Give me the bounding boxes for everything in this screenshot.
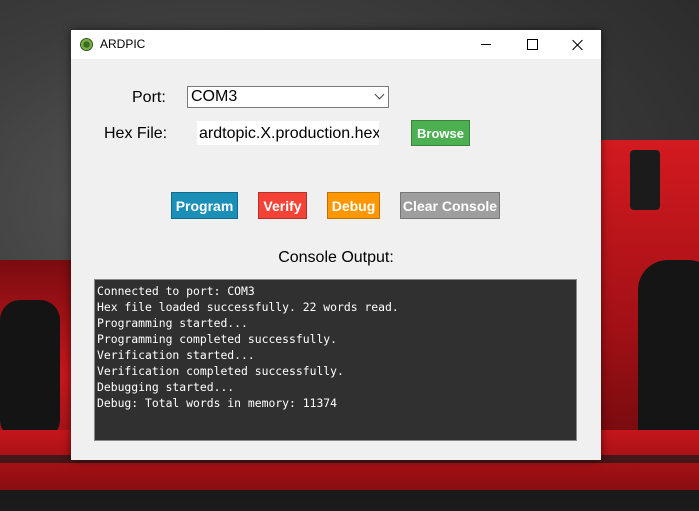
console-line: Debug: Total words in memory: 11374 bbox=[97, 396, 338, 410]
port-value: COM3 bbox=[191, 88, 238, 105]
clear-console-button[interactable]: Clear Console bbox=[400, 192, 500, 219]
console-line: Connected to port: COM3 bbox=[97, 284, 255, 298]
console-line: Verification completed successfully. bbox=[97, 364, 344, 378]
console-line: Programming completed successfully. bbox=[97, 332, 338, 346]
maximize-icon bbox=[526, 39, 538, 50]
maximize-button[interactable] bbox=[509, 30, 555, 59]
hex-file-value: ardtopic.X.production.hex bbox=[199, 125, 379, 142]
app-window: ARDPIC Port: COM3 Hex File: ardtopic.X.p… bbox=[71, 30, 601, 460]
hex-file-label: Hex File: bbox=[104, 125, 168, 142]
verify-button[interactable]: Verify bbox=[258, 192, 307, 219]
console-line: Hex file loaded successfully. 22 words r… bbox=[97, 300, 399, 314]
console-line: Verification started... bbox=[97, 348, 255, 362]
console-line: Programming started... bbox=[97, 316, 248, 330]
console-line: Debugging started... bbox=[97, 380, 235, 394]
debug-button[interactable]: Debug bbox=[327, 192, 380, 219]
hex-file-input[interactable]: ardtopic.X.production.hex bbox=[197, 121, 379, 145]
browse-button[interactable]: Browse bbox=[411, 120, 470, 146]
title-bar[interactable]: ARDPIC bbox=[71, 30, 601, 59]
window-title: ARDPIC bbox=[100, 37, 146, 51]
minimize-icon bbox=[481, 44, 491, 45]
console-output[interactable]: Connected to port: COM3 Hex file loaded … bbox=[94, 279, 577, 441]
minimize-button[interactable] bbox=[463, 30, 509, 59]
program-button[interactable]: Program bbox=[171, 192, 238, 219]
wallpaper-left-wheel bbox=[0, 300, 60, 440]
console-output-label: Console Output: bbox=[278, 249, 394, 266]
close-button[interactable] bbox=[555, 30, 601, 59]
chevron-down-icon bbox=[374, 89, 385, 100]
wallpaper-mirror bbox=[630, 150, 660, 210]
close-icon bbox=[572, 39, 584, 51]
chip-icon bbox=[80, 38, 93, 51]
port-label: Port: bbox=[132, 89, 166, 106]
port-select[interactable]: COM3 bbox=[187, 86, 389, 108]
